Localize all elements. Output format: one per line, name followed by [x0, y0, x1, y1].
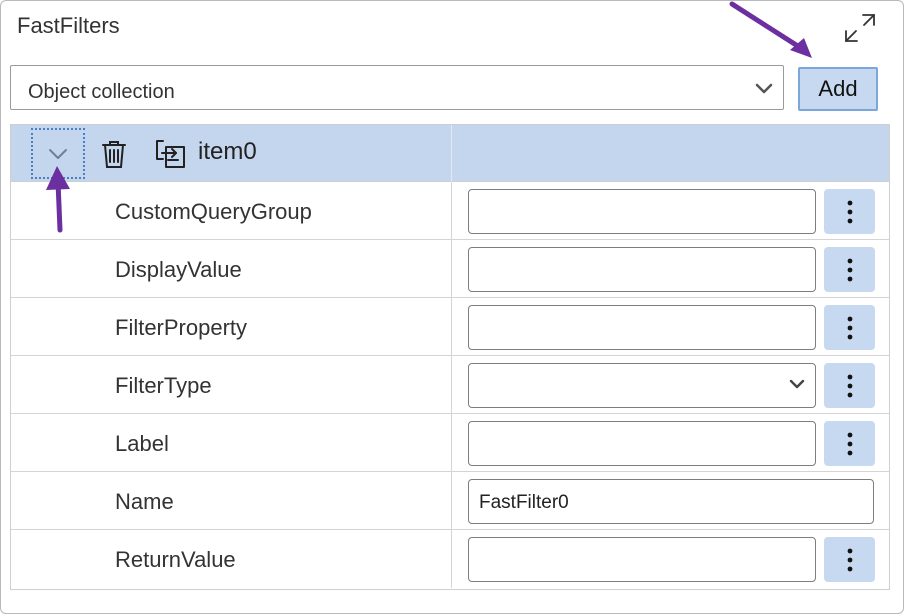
fastfilters-panel: FastFilters Object collection Add item0 … [0, 0, 904, 614]
vertical-ellipsis-icon [847, 258, 852, 281]
column-divider [451, 530, 452, 588]
move-icon[interactable] [154, 139, 186, 169]
panel-title: FastFilters [17, 13, 120, 38]
collection-type-select[interactable]: Object collection [10, 65, 784, 110]
returnvalue-input[interactable] [468, 537, 816, 582]
item-label: item0 [198, 138, 257, 165]
item-group-header: item0 [11, 125, 889, 182]
property-row-customquerygroup: CustomQueryGroup [11, 182, 889, 240]
column-divider [451, 414, 452, 471]
vertical-ellipsis-icon [847, 374, 852, 397]
collection-type-value: Object collection [28, 81, 175, 103]
property-label: FilterType [115, 373, 212, 398]
column-divider [451, 472, 452, 529]
chevron-down-icon [755, 83, 773, 94]
more-options-button[interactable] [824, 189, 875, 234]
more-options-button[interactable] [824, 537, 875, 582]
property-row-displayvalue: DisplayValue [11, 240, 889, 298]
property-label: Label [115, 431, 169, 456]
name-input[interactable]: FastFilter0 [468, 479, 874, 524]
more-options-button[interactable] [824, 363, 875, 408]
property-row-label: Label [11, 414, 889, 472]
customquerygroup-input[interactable] [468, 189, 816, 234]
more-options-button[interactable] [824, 247, 875, 292]
trash-icon[interactable] [100, 139, 128, 169]
column-divider [451, 356, 452, 413]
property-label: Name [115, 489, 174, 514]
add-button[interactable]: Add [798, 67, 878, 111]
property-label: CustomQueryGroup [115, 199, 312, 224]
expand-icon[interactable] [843, 13, 877, 43]
chevron-down-icon [49, 148, 67, 159]
property-grid: item0 CustomQueryGroup DisplayValue Filt… [10, 124, 890, 590]
label-input[interactable] [468, 421, 816, 466]
vertical-ellipsis-icon [847, 548, 852, 571]
property-label: DisplayValue [115, 257, 242, 282]
displayvalue-input[interactable] [468, 247, 816, 292]
column-divider [451, 240, 452, 297]
property-row-filtertype: FilterType [11, 356, 889, 414]
column-divider [451, 182, 452, 239]
property-row-name: Name FastFilter0 [11, 472, 889, 530]
property-row-returnvalue: ReturnValue [11, 530, 889, 588]
chevron-down-icon [789, 379, 805, 389]
column-divider [451, 298, 452, 355]
vertical-ellipsis-icon [847, 432, 852, 455]
more-options-button[interactable] [824, 305, 875, 350]
vertical-ellipsis-icon [847, 200, 852, 223]
vertical-ellipsis-icon [847, 316, 852, 339]
property-label: ReturnValue [115, 547, 236, 572]
property-label: FilterProperty [115, 315, 248, 340]
collapse-button[interactable] [31, 128, 85, 179]
more-options-button[interactable] [824, 421, 875, 466]
filterproperty-input[interactable] [468, 305, 816, 350]
filtertype-dropdown[interactable] [468, 363, 816, 408]
column-divider [451, 125, 452, 182]
property-row-filterproperty: FilterProperty [11, 298, 889, 356]
